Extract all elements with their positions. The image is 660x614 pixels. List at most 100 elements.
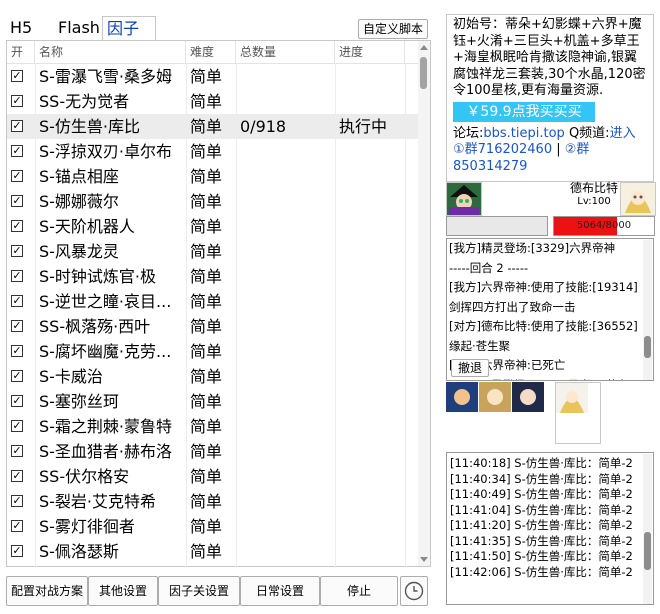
table-row[interactable]: ✓ S-仿生兽·库比 简单 0/918 执行中: [7, 114, 419, 139]
table-row[interactable]: ✓ S-风暴龙灵 简单: [7, 239, 419, 264]
cell-difficulty: 简单: [190, 267, 223, 286]
cell-name: S-浮掠双刃·卓尔布: [39, 142, 173, 161]
enable-checkbox[interactable]: ✓: [11, 120, 23, 132]
forum-link[interactable]: bbs.tiepi.top: [483, 126, 564, 141]
cell-difficulty: 简单: [190, 542, 223, 561]
table-row[interactable]: ✓ S-裂岩·艾克特希 简单: [7, 489, 419, 514]
group1-link[interactable]: ①群716202460: [453, 142, 552, 157]
player-pet-slots: [446, 382, 544, 444]
cell-difficulty: 简单: [190, 92, 223, 111]
cell-name: S-腐坏幽魔·克劳...: [39, 342, 172, 361]
table-scrollbar[interactable]: [418, 41, 430, 566]
custom-script-button[interactable]: 自定义脚本: [358, 19, 428, 39]
cell-name: SS-伏尔格安: [39, 467, 130, 486]
activity-log: [11:40:18] S-仿生兽·库比：简单-2 [11:40:34] S-仿生兽…: [446, 452, 654, 605]
enable-checkbox[interactable]: ✓: [11, 70, 23, 82]
enable-checkbox[interactable]: ✓: [11, 320, 23, 332]
enable-checkbox[interactable]: ✓: [11, 495, 23, 507]
info-text: 初始号：蒂朵+幻影蝶+六界+魔钰+火淆+三巨头+机盖+多草王+海皇枫眠哈肯撒该隐…: [453, 17, 646, 98]
table-row[interactable]: ✓ SS-枫落殇·西叶 简单: [7, 314, 419, 339]
enable-checkbox[interactable]: ✓: [11, 170, 23, 182]
scroll-up-icon[interactable]: [420, 45, 428, 50]
enable-checkbox[interactable]: ✓: [11, 345, 23, 357]
battle-log-line: [我方]六界帝神:使用了技能:[19314]: [449, 280, 638, 294]
enable-checkbox[interactable]: ✓: [11, 395, 23, 407]
group-line: ①群716202460 | ②群850314279: [453, 142, 647, 175]
table-row[interactable]: ✓ S-卡威治 简单: [7, 364, 419, 389]
col-header-progress[interactable]: 进度: [335, 41, 405, 63]
enable-checkbox[interactable]: ✓: [11, 220, 23, 232]
table-row[interactable]: ✓ S-浮掠双刃·卓尔布 简单: [7, 139, 419, 164]
col-header-enabled[interactable]: 开: [7, 41, 35, 63]
col-header-name[interactable]: 名称: [35, 41, 186, 63]
tab-flash[interactable]: Flash: [54, 16, 104, 40]
cell-progress: [339, 239, 405, 264]
tab-h5[interactable]: H5: [6, 16, 54, 40]
table-row[interactable]: ✓ S-圣血猎者·赫布洛 简单: [7, 439, 419, 464]
table-row[interactable]: ✓ S-佩洛瑟斯 简单: [7, 539, 419, 564]
cell-difficulty: 简单: [190, 67, 223, 86]
cell-progress: [339, 339, 405, 364]
activity-log-scrollbar[interactable]: [643, 454, 652, 604]
enable-checkbox[interactable]: ✓: [11, 520, 23, 532]
cell-total: [240, 464, 333, 489]
battle-log-line: [我方]精灵登场:[3329]六界帝神: [449, 241, 616, 255]
enable-checkbox[interactable]: ✓: [11, 95, 23, 107]
enable-checkbox[interactable]: ✓: [11, 370, 23, 382]
table-row[interactable]: ✓ S-霜之荆棘·蒙鲁特 简单: [7, 414, 419, 439]
cell-total: [240, 539, 333, 564]
table-row[interactable]: ✓ S-塞弥丝珂 简单: [7, 389, 419, 414]
cell-total: [240, 239, 333, 264]
tab-factor[interactable]: 因子: [102, 16, 156, 40]
col-header-total[interactable]: 总数量: [236, 41, 335, 63]
cell-total: [240, 314, 333, 339]
enable-checkbox[interactable]: ✓: [11, 295, 23, 307]
factor-settings-button[interactable]: 因子关设置: [158, 576, 240, 606]
enable-checkbox[interactable]: ✓: [11, 195, 23, 207]
col-header-difficulty[interactable]: 难度: [186, 41, 236, 63]
table-row[interactable]: ✓ S-雾灯徘徊者 简单: [7, 514, 419, 539]
cell-name: S-风暴龙灵: [39, 242, 119, 261]
cell-difficulty: 简单: [190, 117, 223, 136]
cell-progress: [339, 64, 405, 89]
activity-log-scroll-thumb[interactable]: [644, 532, 651, 570]
scroll-thumb[interactable]: [420, 57, 427, 89]
table-row[interactable]: ✓ S-娜娜薇尔 简单: [7, 189, 419, 214]
enemy-info: 德布比特 Lv:100: [566, 182, 622, 208]
battle-log-scrollbar[interactable]: [643, 240, 652, 380]
table-row[interactable]: ✓ S-逆世之瞳·哀目... 简单: [7, 289, 419, 314]
tab-label: Flash: [58, 18, 100, 37]
enable-checkbox[interactable]: ✓: [11, 470, 23, 482]
config-battle-button[interactable]: 配置对战方案: [6, 576, 88, 606]
buy-button[interactable]: ￥59.9点我买买买: [453, 101, 595, 122]
table-row[interactable]: ✓ S-锚点相座 简单: [7, 164, 419, 189]
other-settings-button[interactable]: 其他设置: [88, 576, 158, 606]
cell-difficulty: 简单: [190, 242, 223, 261]
table-row[interactable]: ✓ S-腐坏幽魔·克劳... 简单: [7, 339, 419, 364]
stop-button[interactable]: 停止: [320, 576, 398, 606]
enable-checkbox[interactable]: ✓: [11, 145, 23, 157]
enable-checkbox[interactable]: ✓: [11, 270, 23, 282]
table-row[interactable]: ✓ S-雷瀑飞雪·桑多姆 简单: [7, 64, 419, 89]
enable-checkbox[interactable]: ✓: [11, 420, 23, 432]
cell-progress: [339, 189, 405, 214]
cell-total: [240, 439, 333, 464]
undo-button[interactable]: 撤退: [451, 359, 489, 377]
table-row[interactable]: ✓ SS-无为觉者 简单: [7, 89, 419, 114]
enable-checkbox[interactable]: ✓: [11, 445, 23, 457]
qq-enter-link[interactable]: 进入: [610, 126, 636, 141]
table-row[interactable]: ✓ S-时钟试炼官·极 简单: [7, 264, 419, 289]
cell-total: [240, 164, 333, 189]
scroll-down-icon[interactable]: [420, 557, 428, 562]
battle-log-scroll-thumb[interactable]: [644, 336, 651, 358]
daily-settings-button[interactable]: 日常设置: [240, 576, 320, 606]
cell-name: S-裂岩·艾克特希: [39, 492, 157, 511]
cell-name: S-娜娜薇尔: [39, 192, 119, 211]
timer-button[interactable]: [400, 576, 428, 606]
table-row[interactable]: ✓ SS-伏尔格安 简单: [7, 464, 419, 489]
cell-name: S-仿生兽·库比: [39, 117, 141, 136]
enable-checkbox[interactable]: ✓: [11, 245, 23, 257]
cell-difficulty: 简单: [190, 317, 223, 336]
table-row[interactable]: ✓ S-天阶机器人 简单: [7, 214, 419, 239]
enable-checkbox[interactable]: ✓: [11, 545, 23, 557]
